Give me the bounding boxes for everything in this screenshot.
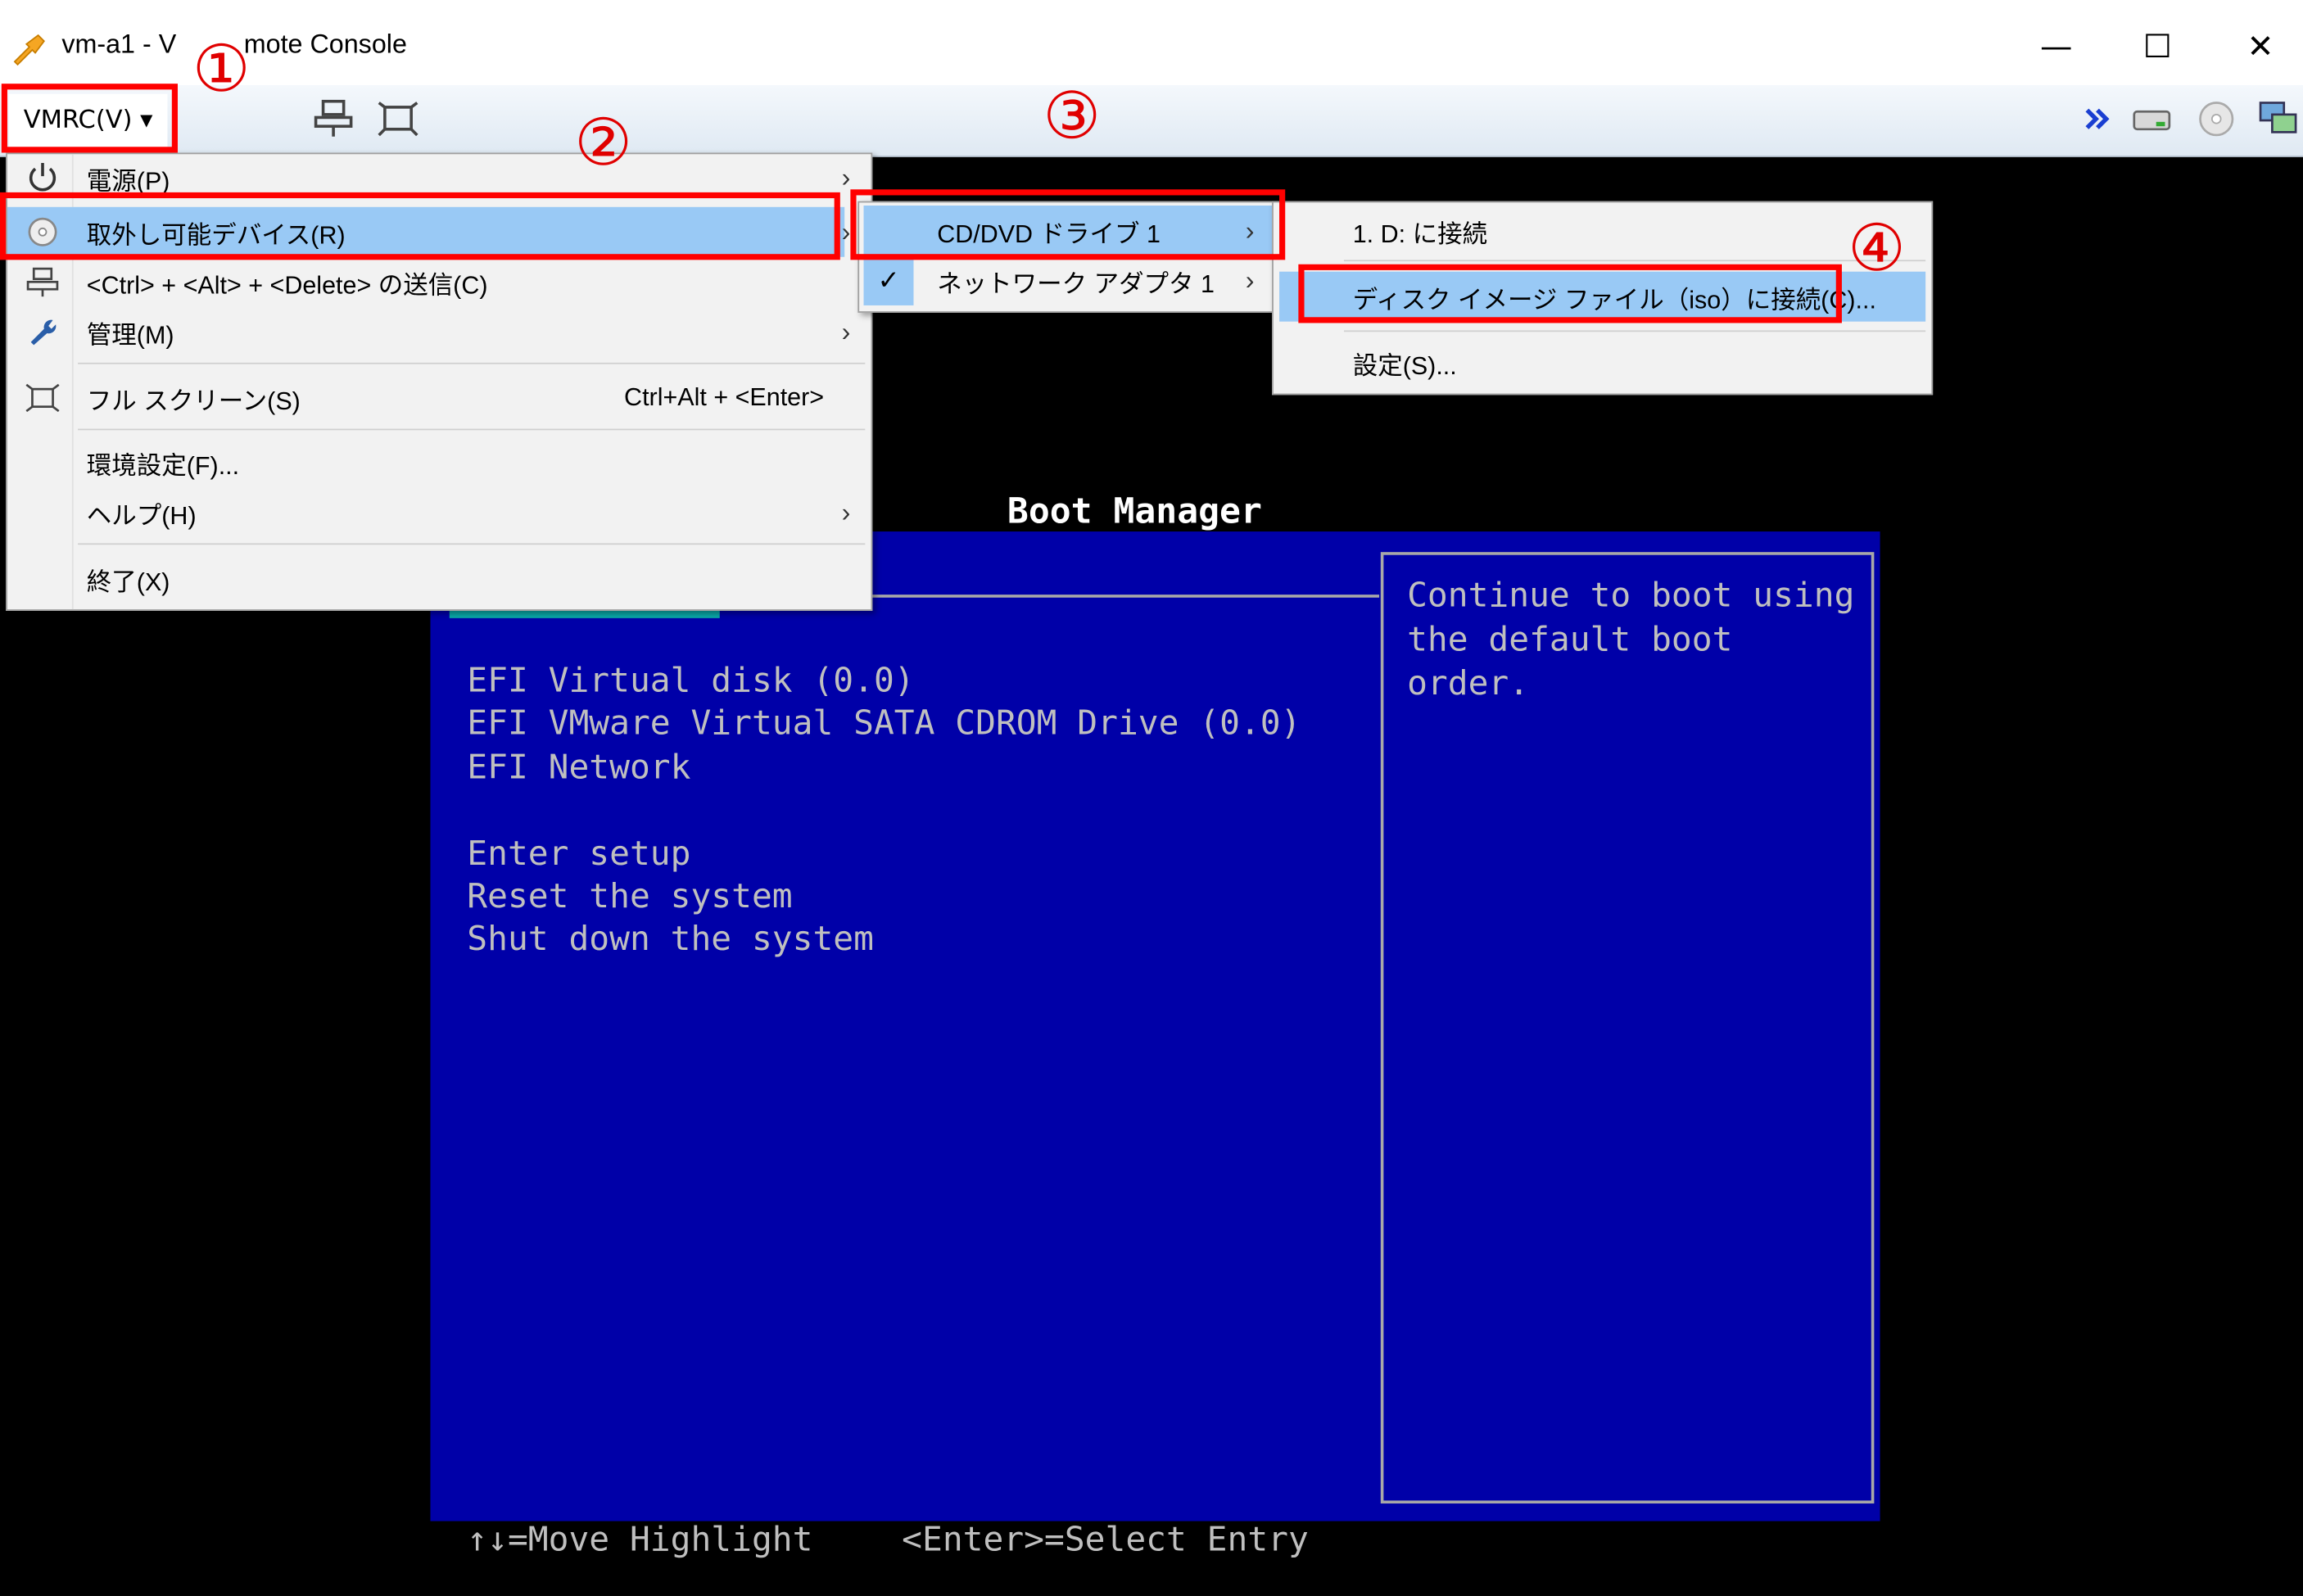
menu-separator <box>78 543 866 545</box>
menu-item-ctrl-alt-del[interactable]: <Ctrl> + <Alt> + <Delete> の送信(C) <box>7 257 871 307</box>
menu-item-exit[interactable]: 終了(X) <box>7 554 871 604</box>
title-bar: vm-a1 - Vmote Console — ☐ ✕ <box>0 0 2303 85</box>
boot-entry-cdrom[interactable]: EFI VMware Virtual SATA CDROM Drive (0.0… <box>467 705 1301 744</box>
menu-item-preferences[interactable]: 環境設定(F)... <box>7 437 871 487</box>
close-button[interactable]: ✕ <box>2228 18 2293 77</box>
annotation-box-2 <box>0 192 840 260</box>
boot-footer-select: <Enter>=Select Entry <box>902 1521 1309 1560</box>
boot-entry-virtual-disk[interactable]: EFI Virtual disk (0.0) <box>467 662 914 701</box>
annotation-box-3 <box>850 189 1286 260</box>
menu-item-manage[interactable]: 管理(M) › <box>7 307 871 357</box>
double-chevron-icon[interactable] <box>2083 97 2112 141</box>
ctrl-alt-del-icon <box>26 267 59 297</box>
annotation-number-1: ① <box>192 32 251 107</box>
fullscreen-shortcut: Ctrl+Alt + <Enter> <box>624 382 825 412</box>
menu-separator <box>1343 330 1926 332</box>
annotation-number-4: ④ <box>1848 211 1906 287</box>
menu-item-connect-d[interactable]: 1. D: に接続 <box>1274 206 1931 255</box>
annotation-box-1 <box>1 84 179 153</box>
menu-item-network-adapter[interactable]: ✓ ネットワーク アダプタ 1 › <box>863 255 1275 305</box>
menu-item-fullscreen[interactable]: フル スクリーン(S) Ctrl+Alt + <Enter> <box>7 373 871 423</box>
annotation-box-4 <box>1298 264 1842 323</box>
boot-entry-reset[interactable]: Reset the system <box>467 878 792 916</box>
cd-icon[interactable] <box>2194 97 2238 141</box>
menu-item-cd-settings[interactable]: 設定(S)... <box>1274 337 1931 387</box>
drive-icon[interactable] <box>2129 97 2174 141</box>
power-icon <box>29 163 57 192</box>
boot-entry-network[interactable]: EFI Network <box>467 748 690 787</box>
network-icon[interactable] <box>2256 97 2301 141</box>
wrench-icon <box>30 319 57 346</box>
annotation-number-3: ③ <box>1043 79 1102 155</box>
menu-separator <box>78 428 866 431</box>
boot-footer-move: ↑↓=Move Highlight <box>467 1521 813 1560</box>
fullscreen-icon[interactable] <box>376 97 420 141</box>
menu-separator <box>78 362 866 364</box>
boot-entry-setup[interactable]: Enter setup <box>467 835 690 874</box>
maximize-button[interactable]: ☐ <box>2125 18 2190 77</box>
minimize-button[interactable]: — <box>2024 18 2088 77</box>
vmware-logo-icon <box>13 34 45 66</box>
menu-item-help[interactable]: ヘルプ(H) › <box>7 487 871 537</box>
menu-separator <box>1343 260 1926 262</box>
checkmark-icon: ✓ <box>863 255 914 305</box>
boot-help-text: Continue to boot using the default boot … <box>1407 576 1855 703</box>
annotation-number-2: ② <box>574 106 632 181</box>
fullscreen-icon <box>25 383 60 413</box>
vmrc-window: vm-a1 - Vmote Console — ☐ ✕ VMRC(V) ▾ Bo… <box>0 0 2303 1596</box>
ctrl-alt-del-icon[interactable] <box>311 97 355 141</box>
boot-entry-shutdown[interactable]: Shut down the system <box>467 920 874 959</box>
